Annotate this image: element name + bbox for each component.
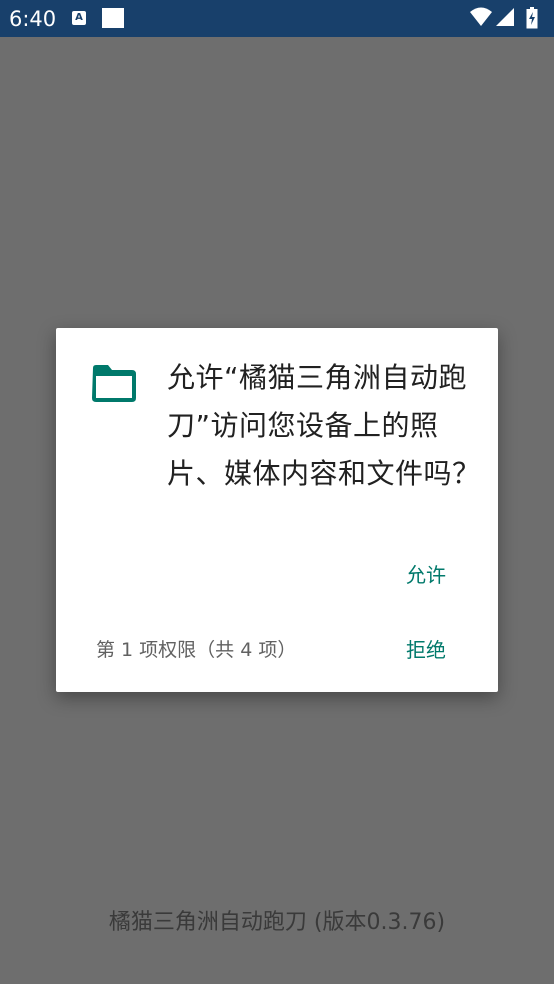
status-time: 6:40: [9, 7, 57, 31]
permission-message: 允许“橘猫三角洲自动跑刀”访问您设备上的照片、媒体内容和文件吗？: [167, 361, 481, 490]
status-bar: 6:40 A: [0, 0, 554, 37]
app-version-text: 橘猫三角洲自动跑刀 (版本0.3.76): [108, 910, 446, 935]
permission-counter: 第 1 项权限（共 4 项）: [96, 639, 297, 661]
allow-button[interactable]: 允许: [406, 558, 446, 592]
white-square-icon: [102, 8, 124, 28]
accessibility-a-icon: A: [72, 11, 86, 25]
deny-button[interactable]: 拒绝: [406, 633, 446, 667]
signal-icon: [496, 8, 514, 26]
permission-dialog: 允许“橘猫三角洲自动跑刀”访问您设备上的照片、媒体内容和文件吗？ 允许 第 1 …: [56, 328, 498, 692]
battery-icon: [526, 7, 538, 29]
folder-icon: [92, 365, 136, 402]
a-glyph: A: [75, 12, 83, 23]
wifi-icon: [470, 7, 492, 26]
